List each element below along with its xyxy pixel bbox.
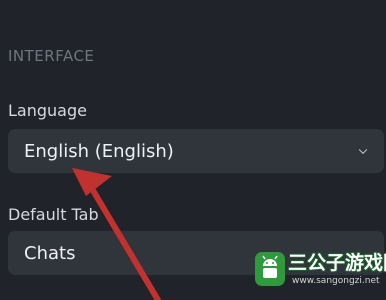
default-tab-label: Default Tab: [8, 205, 99, 224]
default-tab-select[interactable]: Chats: [8, 231, 384, 275]
language-label: Language: [8, 101, 87, 120]
default-tab-select-value: Chats: [24, 242, 76, 264]
watermark-url: www.sangongzi.net: [292, 276, 380, 286]
language-select[interactable]: English (English): [8, 129, 384, 173]
language-select-value: English (English): [24, 140, 174, 162]
section-title-interface: INTERFACE: [8, 47, 95, 65]
chevron-down-icon: [358, 145, 368, 155]
